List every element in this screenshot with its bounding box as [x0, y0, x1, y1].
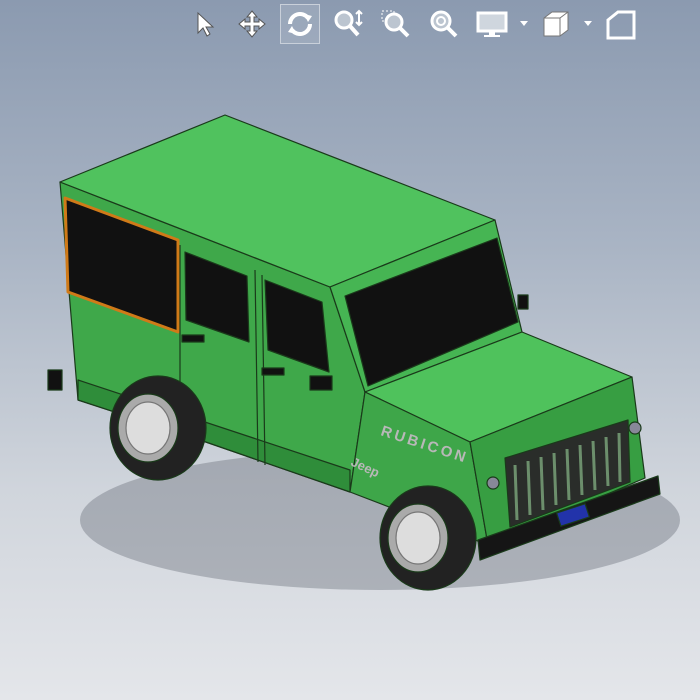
zoom-in-out-icon — [334, 9, 363, 37]
headlight — [628, 421, 642, 435]
rotate-view-icon — [288, 12, 312, 36]
rotate-button[interactable] — [280, 4, 320, 44]
zoom-to-area-icon — [381, 10, 410, 38]
select-button[interactable] — [184, 4, 224, 44]
side-mirror — [517, 294, 529, 310]
side-mirror — [309, 375, 333, 391]
view-orientation-dropdown[interactable] — [582, 4, 594, 44]
display-style-dropdown[interactable] — [518, 4, 530, 44]
door-handle — [261, 367, 285, 376]
pan-button[interactable] — [232, 4, 272, 44]
hide-show-icon — [606, 10, 636, 40]
front-wheel — [379, 485, 477, 591]
pan-icon — [238, 10, 266, 38]
graphics-viewport[interactable]: RUBICON Jeep — [0, 0, 700, 700]
view-orientation-icon — [543, 11, 569, 37]
zoom-to-fit-icon — [430, 10, 458, 38]
zoom-to-fit-button[interactable] — [424, 4, 464, 44]
rear-wheel — [109, 375, 207, 481]
display-style-button[interactable] — [472, 4, 512, 44]
zoom-in-out-button[interactable] — [328, 4, 368, 44]
door-handle — [181, 334, 205, 343]
select-arrow-icon — [197, 11, 215, 37]
hide-show-items-button[interactable] — [600, 4, 640, 44]
display-style-icon — [476, 11, 508, 37]
chevron-down-icon — [520, 21, 528, 26]
view-orientation-button[interactable] — [536, 4, 576, 44]
chevron-down-icon — [584, 21, 592, 26]
rear-light — [47, 369, 63, 391]
heads-up-view-toolbar — [180, 0, 644, 48]
zoom-to-area-button[interactable] — [376, 4, 416, 44]
headlight — [486, 476, 500, 490]
